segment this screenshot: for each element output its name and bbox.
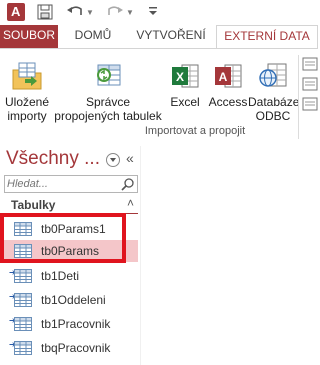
svg-text:X: X [176, 70, 184, 84]
undo-icon[interactable] [66, 3, 84, 19]
undo-dropdown-icon[interactable]: ▼ [86, 8, 94, 17]
saved-imports-icon [12, 62, 42, 90]
quick-access-toolbar: ▼ ▼ [0, 0, 318, 25]
redo-dropdown-icon[interactable]: ▼ [126, 8, 134, 17]
tab-home[interactable]: DOMŮ [68, 25, 118, 48]
access-app-icon[interactable] [7, 3, 25, 21]
highlight-annotation [0, 213, 126, 263]
collapse-nav-icon[interactable]: « [126, 150, 134, 166]
saved-imports-label-1: Uložené [4, 95, 50, 109]
odbc-database-button[interactable]: Databáze ODBC [248, 61, 300, 123]
odbc-label-2: ODBC [255, 109, 291, 123]
tab-create[interactable]: VYTVOŘENÍ [130, 25, 212, 48]
ribbon-group-divider [298, 55, 299, 139]
table-icon [14, 317, 32, 331]
linked-table-manager-icon [97, 64, 121, 86]
nav-item-label: tb1Deti [41, 269, 80, 283]
search-icon[interactable] [121, 177, 135, 191]
excel-label: Excel [170, 95, 200, 109]
ribbon-panel: Uložené importy Správce propojených tabu… [0, 48, 318, 147]
customize-toolbar-icon[interactable] [148, 5, 158, 17]
redo-icon[interactable] [106, 3, 124, 19]
nav-search-input[interactable] [7, 177, 117, 191]
main-workspace [141, 146, 318, 365]
saved-imports-button[interactable]: Uložené importy [2, 61, 52, 123]
table-icon [14, 269, 32, 283]
table-icon [14, 341, 32, 355]
excel-icon: X [172, 64, 199, 88]
xml-file-icon[interactable] [302, 77, 318, 91]
tables-section-header[interactable]: Tabulky ˄ [4, 196, 138, 214]
saved-imports-label-2: importy [7, 109, 47, 123]
linked-table-manager-button[interactable]: Správce propojených tabulek [52, 61, 164, 123]
nav-pane-title[interactable]: Všechny ... [6, 148, 100, 170]
nav-search-box [4, 175, 138, 193]
tables-section-label: Tabulky [11, 198, 56, 212]
save-icon[interactable] [37, 4, 53, 20]
odbc-label-1: Databáze [248, 95, 300, 109]
tab-external-data[interactable]: EXTERNÍ DATA [216, 25, 318, 49]
odbc-database-icon [259, 63, 287, 87]
access-import-button[interactable]: A Access [207, 61, 249, 109]
svg-text:A: A [219, 70, 228, 84]
linked-table-manager-label-1: Správce [85, 95, 131, 109]
nav-item-label: tb1Oddeleni [41, 293, 106, 307]
text-file-icon[interactable] [302, 57, 318, 71]
nav-item-label: tb1Pracovnik [41, 317, 111, 331]
excel-import-button[interactable]: X Excel [166, 61, 204, 109]
nav-item-tb1deti[interactable]: ➔ tb1Deti [4, 265, 138, 287]
nav-item-tbqpracovnik[interactable]: ➔ tbqPracovnik [4, 337, 138, 359]
access-icon: A [215, 64, 242, 88]
ribbon-tabs: SOUBOR DOMŮ VYTVOŘENÍ EXTERNÍ DATA [0, 25, 318, 49]
table-icon [14, 293, 32, 307]
section-collapse-icon[interactable]: ˄ [127, 196, 134, 210]
nav-item-label: tbqPracovnik [41, 341, 111, 355]
nav-item-tb1pracovnik[interactable]: ➔ tb1Pracovnik [4, 313, 138, 335]
access-label: Access [208, 95, 248, 109]
nav-menu-dropdown-icon[interactable] [106, 153, 120, 167]
import-link-group-label: Importovat a propojit [144, 125, 246, 137]
more-sources-icon[interactable] [302, 97, 318, 111]
nav-item-tb1oddeleni[interactable]: ➔ tb1Oddeleni [4, 289, 138, 311]
linked-table-manager-label-2: propojených tabulek [54, 109, 162, 123]
tab-file[interactable]: SOUBOR [0, 25, 58, 48]
